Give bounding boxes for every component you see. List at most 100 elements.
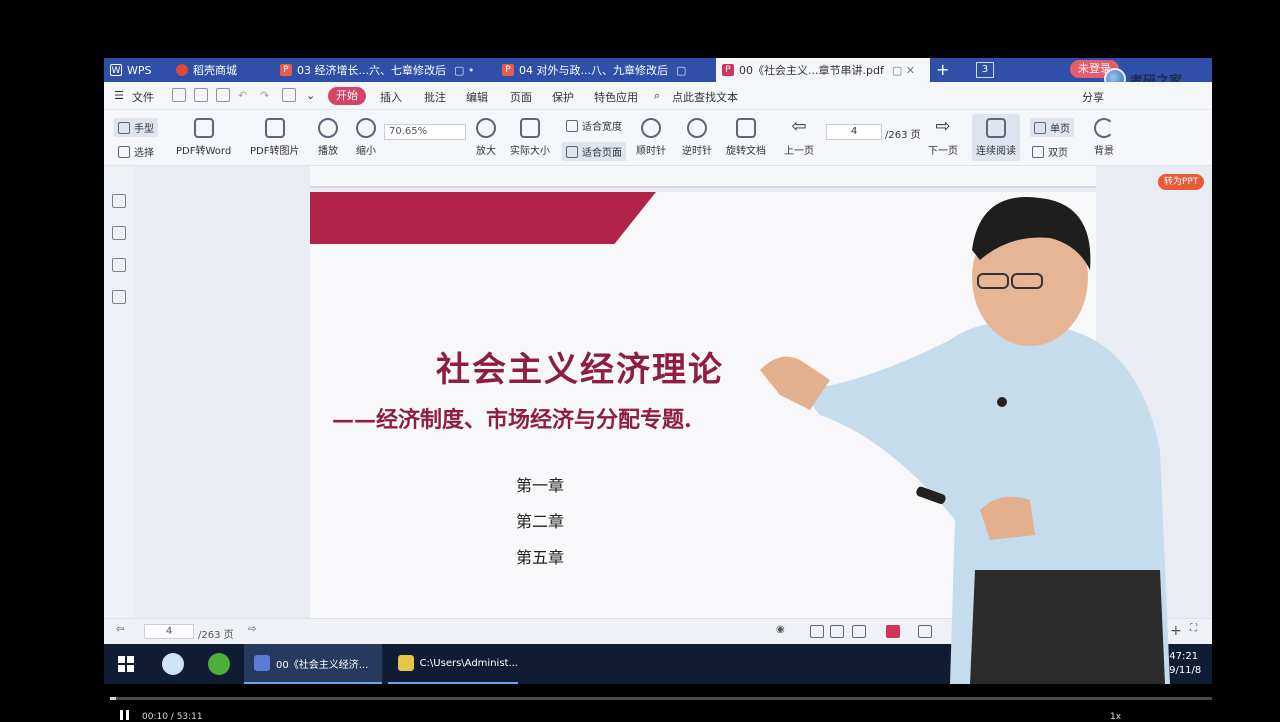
chevron-down-icon[interactable]: ⌄ — [306, 89, 315, 102]
pdf-to-image-button[interactable]: PDF转图片 — [250, 118, 299, 157]
rotate-cw-icon — [641, 118, 661, 138]
fit-page-button[interactable]: 适合页面 — [562, 142, 626, 161]
double-page-icon — [1032, 145, 1044, 158]
hand-tool-button[interactable]: 手型 — [114, 118, 158, 137]
pause-icon[interactable] — [120, 708, 130, 720]
tool-label: 背景 — [1094, 146, 1114, 157]
undo-icon[interactable]: ↶ — [238, 89, 247, 102]
menu-annotate[interactable]: 批注 — [424, 89, 446, 105]
tool-label: 上一页 — [784, 146, 814, 157]
menu-icon[interactable]: ☰ — [114, 89, 124, 102]
zoom-in-button[interactable]: 放大 — [476, 118, 496, 157]
tool-label: 顺时针 — [636, 146, 666, 157]
tool-label: 单页 — [1050, 124, 1070, 135]
rotate-doc-button[interactable]: 旋转文档 — [726, 118, 766, 157]
double-page-button[interactable]: 双页 — [1032, 144, 1068, 159]
tool-label: 双页 — [1048, 148, 1068, 159]
tab-wps-home[interactable]: W WPS — [110, 58, 168, 82]
prev-page-button[interactable]: ⇦ 上一页 — [784, 118, 814, 158]
menu-edit[interactable]: 编辑 — [466, 89, 488, 105]
new-tab-icon[interactable]: + — [936, 60, 949, 79]
video-controls: 00:10 / 53:11 1x — [110, 708, 1212, 722]
tab-doc-00[interactable]: P 00《社会主义...章节串讲.pdf ▢ ✕ — [716, 58, 930, 82]
redo-icon[interactable]: ↷ — [260, 89, 269, 102]
background-button[interactable]: 背景 — [1094, 118, 1114, 157]
pdf-to-word-button[interactable]: PDF转Word — [176, 118, 231, 157]
select-tool-button[interactable]: 选择 — [118, 144, 154, 159]
status-page-total: /263 页 — [198, 630, 234, 641]
next-page-button[interactable]: ⇨ 下一页 — [928, 118, 958, 158]
tool-label: 适合页面 — [582, 148, 622, 159]
search-icon[interactable]: ⌕ — [654, 89, 660, 103]
menu-start[interactable]: 开始 — [328, 87, 366, 105]
close-icon[interactable]: ▢ ✕ — [892, 64, 915, 77]
tab-pin-icon[interactable]: ▢ • — [454, 64, 474, 77]
search-field[interactable]: 点此查找文本 — [672, 89, 738, 105]
browser-app-icon[interactable] — [208, 653, 230, 675]
video-progress-bar[interactable] — [110, 697, 1212, 700]
previous-page-edge — [310, 166, 1096, 188]
fit-width-button[interactable]: 适合宽度 — [566, 118, 622, 133]
tab-label: 稻壳商城 — [193, 64, 237, 77]
outline-icon[interactable] — [112, 194, 126, 208]
folder-icon[interactable] — [172, 88, 186, 102]
annotation-icon[interactable] — [112, 258, 126, 272]
to-ppt-button[interactable]: 转为PPT — [1158, 174, 1205, 190]
share-button[interactable]: 分享 — [1082, 89, 1104, 105]
fullscreen-icon[interactable]: ⛶ — [1190, 623, 1197, 634]
bookmark-icon[interactable] — [112, 290, 126, 304]
format-icon[interactable] — [282, 88, 296, 102]
print-icon[interactable] — [216, 88, 230, 102]
menu-file[interactable]: 文件 — [132, 89, 154, 105]
pdf-image-icon — [264, 118, 285, 138]
play-button[interactable]: 播放 — [318, 118, 338, 157]
continuous-read-icon — [986, 118, 1006, 138]
taskbar-item-wps[interactable]: 00《社会主义经济... — [244, 644, 382, 684]
zoom-input[interactable]: 70.65% — [384, 124, 466, 140]
tab-store[interactable]: 稻壳商城 — [176, 58, 272, 82]
single-page-button[interactable]: 单页 — [1030, 118, 1074, 137]
tab-doc-03[interactable]: P 03 经济增长...六、七章修改后 ▢ • — [280, 58, 492, 82]
menu-features[interactable]: 特色应用 — [594, 89, 638, 105]
next-arrow-icon[interactable]: ⇨ — [248, 624, 256, 635]
cursor-icon — [118, 145, 130, 158]
rotate-cw-button[interactable]: 顺时针 — [636, 118, 666, 157]
folder-icon — [398, 655, 414, 671]
windows-start-icon[interactable] — [118, 656, 134, 672]
pdf-file-icon: P — [280, 64, 292, 76]
status-page-input[interactable]: 4 — [144, 624, 194, 639]
tab-label: 03 经济增长...六、七章修改后 — [297, 64, 446, 77]
tab-pin-icon[interactable]: ▢ — [676, 64, 686, 77]
pdf-file-icon: P — [722, 64, 734, 76]
fit-width-icon — [566, 119, 578, 132]
zoom-in-icon — [476, 118, 496, 138]
taskbar-item-explorer[interactable]: C:\Users\Administ... — [388, 644, 518, 684]
thumbnail-icon[interactable] — [112, 226, 126, 240]
fit-page-icon — [566, 145, 578, 158]
rotate-ccw-button[interactable]: 逆时针 — [682, 118, 712, 157]
tab-label: 00《社会主义...章节串讲.pdf — [739, 64, 884, 77]
actual-size-button[interactable]: 实际大小 — [510, 118, 550, 157]
menu-protect[interactable]: 保护 — [552, 89, 574, 105]
taskbar-item-label: 00《社会主义经济... — [276, 659, 369, 671]
tool-label: PDF转Word — [176, 146, 232, 157]
save-icon[interactable] — [194, 88, 208, 102]
prev-arrow-icon[interactable]: ⇦ — [116, 624, 124, 635]
tab-bar: W WPS 稻壳商城 P 03 经济增长...六、七章修改后 ▢ • P 04 … — [104, 58, 1212, 82]
pdf-file-icon: P — [502, 64, 514, 76]
tool-label: 手型 — [134, 124, 154, 135]
tab-doc-04[interactable]: P 04 对外与政...八、九章修改后 ▢ — [502, 58, 712, 82]
menu-page[interactable]: 页面 — [510, 89, 532, 105]
window-count-badge[interactable]: 3 — [976, 62, 994, 78]
menu-insert[interactable]: 插入 — [380, 89, 402, 105]
rotate-doc-icon — [736, 118, 756, 138]
tab-label: 04 对外与政...八、九章修改后 — [519, 64, 668, 77]
tool-label: 播放 — [318, 146, 338, 157]
page-number-input[interactable]: 4 — [826, 124, 882, 140]
continuous-read-button[interactable]: 连续阅读 — [972, 114, 1020, 161]
zoom-out-button[interactable]: 缩小 — [356, 118, 376, 157]
playback-speed[interactable]: 1x — [1110, 712, 1121, 722]
pinwheel-app-icon[interactable] — [162, 653, 184, 675]
chapter-item: 第一章 — [516, 476, 565, 495]
document-subtitle: ——经济制度、市场经济与分配专题. — [332, 407, 692, 433]
